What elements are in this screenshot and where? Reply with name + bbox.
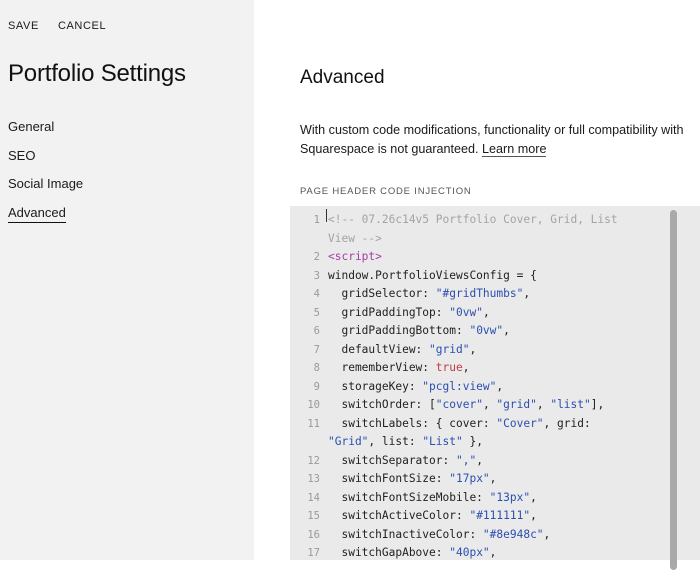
- settings-sidebar: SAVE CANCEL Portfolio Settings General S…: [0, 0, 254, 560]
- line-number: 7: [313, 343, 320, 356]
- code-text: switchActiveColor: "#111111",: [328, 509, 537, 522]
- line-number: 6: [313, 325, 320, 337]
- code-text: switchFontSizeMobile: "13px",: [328, 490, 537, 504]
- nav-item-seo[interactable]: SEO: [8, 147, 83, 176]
- nav-item-general[interactable]: General: [8, 118, 83, 147]
- nav-item-social-image[interactable]: Social Image: [8, 175, 83, 204]
- code-text: switchFontSize: "17px",: [328, 472, 497, 485]
- code-text: storageKey: "pcgl:view",: [328, 379, 504, 393]
- code-line-wrap: "Grid", list: "List" },: [290, 433, 700, 452]
- page-title: Advanced: [300, 67, 385, 88]
- code-text: switchInactiveColor: "#8e948c",: [328, 527, 551, 541]
- code-line: 9 storageKey: "pcgl:view",: [290, 378, 700, 397]
- code-text: gridSelector: "#gridThumbs",: [328, 287, 531, 300]
- code-text: gridPaddingTop: "0vw",: [328, 305, 490, 319]
- code-line: 12 switchSeparator: ",",: [290, 452, 700, 471]
- code-text: switchLabels: { cover: "Cover", grid:: [328, 416, 591, 430]
- code-text: View -->: [328, 231, 382, 245]
- code-line-wrap: View -->: [290, 230, 700, 249]
- code-line: 2 <script>: [290, 248, 700, 267]
- description: With custom code modifications, function…: [300, 121, 700, 158]
- code-text: switchSeparator: ",",: [328, 453, 483, 467]
- sidebar-title: Portfolio Settings: [8, 60, 186, 87]
- main-panel: Advanced With custom code modifications,…: [254, 0, 700, 560]
- nav-item-label: SEO: [8, 147, 36, 163]
- line-number: 13: [307, 473, 320, 485]
- save-button[interactable]: SAVE: [8, 20, 39, 32]
- code-text: switchOrder: ["cover", "grid", "list"],: [328, 398, 605, 411]
- nav-item-label: General: [8, 119, 55, 134]
- code-text: rememberView: true,: [328, 361, 470, 374]
- line-number: 2: [313, 251, 320, 263]
- line-number: 1: [313, 214, 320, 226]
- code-text: defaultView: "grid",: [328, 342, 477, 356]
- code-line: 3 window.PortfolioViewsConfig = {: [290, 267, 700, 286]
- top-actions: SAVE CANCEL: [8, 20, 106, 32]
- nav-item-advanced[interactable]: Advanced: [8, 204, 83, 233]
- line-number: 16: [307, 528, 320, 541]
- code-line: 14 switchFontSizeMobile: "13px",: [290, 489, 700, 508]
- code-line: 6 gridPaddingBottom: "0vw",: [290, 322, 700, 341]
- nav-item-label: Social Image: [8, 176, 84, 191]
- line-number: 14: [307, 491, 320, 504]
- section-label: PAGE HEADER CODE INJECTION: [300, 186, 472, 197]
- code-line: 17 switchGapAbove: "40px",: [290, 544, 700, 560]
- line-number: 8: [313, 362, 320, 374]
- learn-more-link[interactable]: Learn more: [482, 141, 547, 157]
- editor-scrollbar[interactable]: [670, 210, 677, 570]
- cancel-button[interactable]: CANCEL: [58, 20, 106, 32]
- code-line: 7 defaultView: "grid",: [290, 341, 700, 360]
- line-number: 5: [313, 306, 320, 319]
- line-number: 17: [307, 547, 320, 559]
- code-line: 10 switchOrder: ["cover", "grid", "list"…: [290, 396, 700, 415]
- settings-nav: General SEO Social Image Advanced: [8, 118, 83, 232]
- code-text: "Grid", list: "List" },: [328, 435, 483, 448]
- line-number: 12: [307, 454, 320, 467]
- line-number: 3: [313, 269, 320, 282]
- code-text: switchGapAbove: "40px",: [328, 546, 497, 559]
- code-line: 1 <!-- 07.26c14v5 Portfolio Cover, Grid, …: [290, 211, 700, 230]
- line-number: 15: [307, 510, 320, 522]
- code-line: 16 switchInactiveColor: "#8e948c",: [290, 526, 700, 545]
- line-number: 4: [313, 288, 320, 300]
- code-text: window.PortfolioViewsConfig = {: [328, 268, 537, 282]
- code-text: <!-- 07.26c14v5 Portfolio Cover, Grid, L…: [328, 213, 618, 226]
- line-number: 11: [307, 417, 320, 430]
- nav-item-label: Advanced: [8, 204, 66, 223]
- code-line: 8 rememberView: true,: [290, 359, 700, 378]
- line-number: 9: [313, 380, 320, 393]
- code-text: <script>: [328, 250, 382, 263]
- code-line: 15 switchActiveColor: "#111111",: [290, 507, 700, 526]
- code-line: 5 gridPaddingTop: "0vw",: [290, 304, 700, 323]
- code-line: 4 gridSelector: "#gridThumbs",: [290, 285, 700, 304]
- line-number: 10: [307, 399, 320, 411]
- code-line: 13 switchFontSize: "17px",: [290, 470, 700, 489]
- code-editor[interactable]: 1 <!-- 07.26c14v5 Portfolio Cover, Grid, …: [290, 206, 700, 560]
- code-text: gridPaddingBottom: "0vw",: [328, 324, 510, 337]
- code-line: 11 switchLabels: { cover: "Cover", grid:: [290, 415, 700, 434]
